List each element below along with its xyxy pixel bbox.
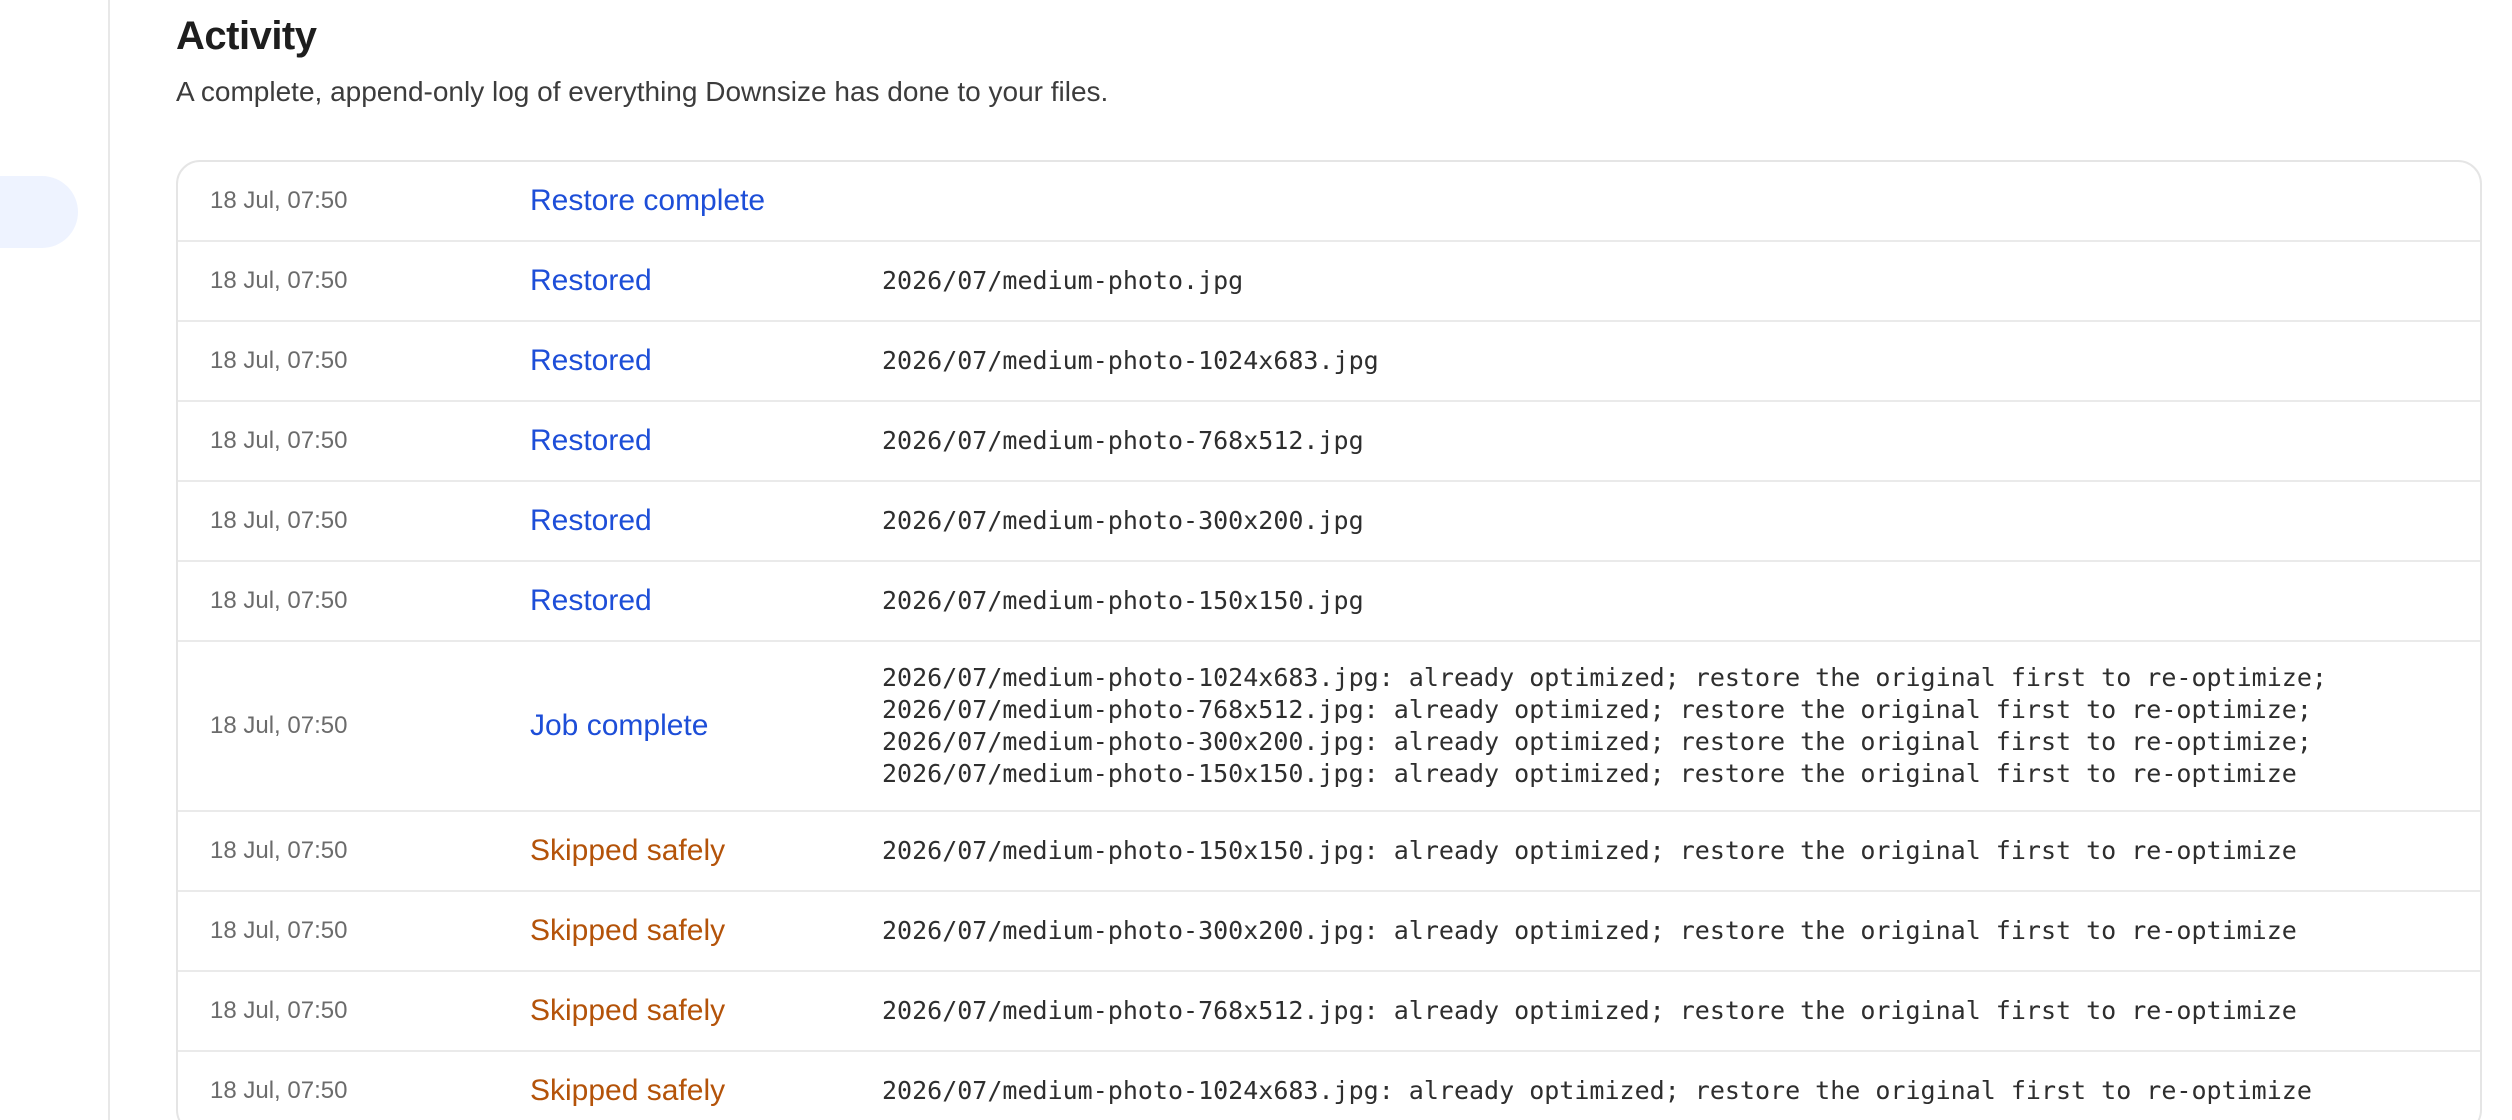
page-subtitle: A complete, append-only log of everythin… (176, 76, 1109, 107)
log-time: 18 Jul, 07:50 (210, 187, 348, 214)
log-detail: 2026/07/medium-photo-300x200.jpg (882, 506, 1364, 535)
log-detail: 2026/07/medium-photo-1024x683.jpg: alrea… (882, 663, 2327, 788)
log-row: 18 Jul, 07:50 Restored 2026/07/medium-ph… (178, 242, 2480, 322)
log-time: 18 Jul, 07:50 (210, 507, 348, 534)
log-row: 18 Jul, 07:50 Skipped safely 2026/07/med… (178, 972, 2480, 1052)
log-event: Restored (530, 344, 652, 377)
log-row: 18 Jul, 07:50 Restored 2026/07/medium-ph… (178, 322, 2480, 402)
log-event: Skipped safely (530, 1074, 726, 1107)
log-time: 18 Jul, 07:50 (210, 712, 348, 739)
log-event: Restore complete (530, 184, 766, 217)
sidebar-item-activity[interactable] (0, 176, 78, 248)
log-row: 18 Jul, 07:50 Skipped safely 2026/07/med… (178, 812, 2480, 892)
log-row: 18 Jul, 07:50 Restore complete (178, 162, 2480, 242)
log-detail: 2026/07/medium-photo.jpg (882, 266, 1244, 295)
log-row: 18 Jul, 07:50 Skipped safely 2026/07/med… (178, 1052, 2480, 1120)
log-event: Restored (530, 424, 652, 457)
log-detail: 2026/07/medium-photo-1024x683.jpg: alrea… (882, 1076, 2312, 1105)
log-detail: 2026/07/medium-photo-150x150.jpg (882, 586, 1364, 615)
log-time: 18 Jul, 07:50 (210, 427, 348, 454)
log-event: Skipped safely (530, 994, 726, 1027)
log-event: Restored (530, 264, 652, 297)
log-time: 18 Jul, 07:50 (210, 1077, 348, 1104)
log-time: 18 Jul, 07:50 (210, 587, 348, 614)
log-detail: 2026/07/medium-photo-300x200.jpg: alread… (882, 916, 2297, 945)
log-time: 18 Jul, 07:50 (210, 837, 348, 864)
log-time: 18 Jul, 07:50 (210, 347, 348, 374)
log-row: 18 Jul, 07:50 Restored 2026/07/medium-ph… (178, 482, 2480, 562)
main-content: Activity A complete, append-only log of … (176, 0, 2482, 1120)
log-detail: 2026/07/medium-photo-768x512.jpg: alread… (882, 996, 2297, 1025)
page-title: Activity (176, 14, 317, 58)
log-event: Skipped safely (530, 834, 726, 867)
activity-log: 18 Jul, 07:50 Restore complete 18 Jul, 0… (176, 160, 2482, 1120)
log-row: 18 Jul, 07:50 Restored 2026/07/medium-ph… (178, 402, 2480, 482)
app-window: Activity A complete, append-only log of … (0, 0, 2512, 1120)
log-event: Job complete (530, 709, 709, 742)
log-detail: 2026/07/medium-photo-768x512.jpg (882, 426, 1364, 455)
log-event: Restored (530, 504, 652, 537)
log-event: Restored (530, 584, 652, 617)
log-detail: 2026/07/medium-photo-1024x683.jpg (882, 346, 1379, 375)
log-time: 18 Jul, 07:50 (210, 917, 348, 944)
log-time: 18 Jul, 07:50 (210, 997, 348, 1024)
log-row: 18 Jul, 07:50 Restored 2026/07/medium-ph… (178, 562, 2480, 642)
log-row: 18 Jul, 07:50 Skipped safely 2026/07/med… (178, 892, 2480, 972)
log-row: 18 Jul, 07:50 Job complete 2026/07/mediu… (178, 642, 2480, 812)
log-detail: 2026/07/medium-photo-150x150.jpg: alread… (882, 836, 2297, 865)
log-time: 18 Jul, 07:50 (210, 267, 348, 294)
log-event: Skipped safely (530, 914, 726, 947)
sidebar (0, 0, 110, 1120)
